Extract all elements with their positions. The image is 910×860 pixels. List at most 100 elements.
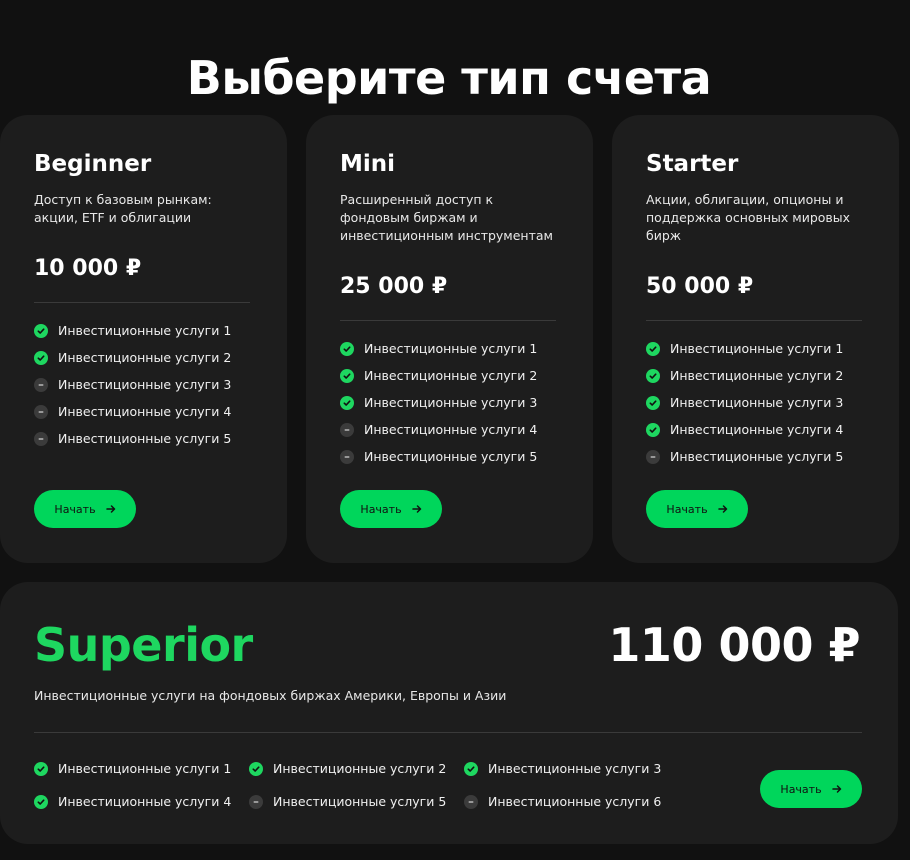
check-icon	[646, 422, 660, 437]
check-icon	[646, 395, 660, 410]
plan-card-mini: Mini Расширенный доступ к фондовым биржа…	[306, 115, 593, 563]
minus-icon	[340, 449, 354, 464]
check-icon	[646, 341, 660, 356]
feature-label: Инвестиционные услуги 2	[364, 368, 538, 383]
arrow-right-icon	[105, 505, 115, 513]
feature-item: Инвестиционные услуги 4	[646, 416, 843, 443]
feature-item: Инвестиционные услуги 5	[34, 425, 231, 452]
plan-price: 50 000 ₽	[646, 274, 754, 299]
minus-icon	[34, 431, 48, 446]
feature-item: Инвестиционные услуги 3	[646, 389, 843, 416]
check-icon	[340, 341, 354, 356]
feature-item: Инвестиционные услуги 6	[464, 785, 679, 818]
feature-item: Инвестиционные услуги 5	[646, 443, 843, 470]
feature-label: Инвестиционные услуги 4	[364, 422, 538, 437]
arrow-right-icon	[831, 785, 841, 793]
plan-card-starter: Starter Акции, облигации, опционы и подд…	[612, 115, 899, 563]
feature-item: Инвестиционные услуги 2	[249, 752, 464, 785]
feature-list: Инвестиционные услуги 1 Инвестиционные у…	[646, 335, 843, 470]
minus-icon	[34, 377, 48, 392]
arrow-right-icon	[717, 505, 727, 513]
minus-icon	[34, 404, 48, 419]
divider	[646, 320, 862, 321]
feature-label: Инвестиционные услуги 1	[364, 341, 538, 356]
feature-label: Инвестиционные услуги 5	[273, 794, 447, 809]
feature-item: Инвестиционные услуги 2	[646, 362, 843, 389]
start-button-label: Начать	[54, 502, 96, 516]
plan-name: Mini	[340, 151, 396, 177]
feature-item: Инвестиционные услуги 5	[249, 785, 464, 818]
minus-icon	[464, 794, 478, 809]
feature-list: Инвестиционные услуги 1 Инвестиционные у…	[34, 752, 679, 818]
feature-item: Инвестиционные услуги 5	[340, 443, 537, 470]
feature-label: Инвестиционные услуги 1	[58, 761, 232, 776]
feature-label: Инвестиционные услуги 1	[670, 341, 844, 356]
start-button-label: Начать	[780, 782, 822, 796]
feature-label: Инвестиционные услуги 3	[488, 761, 662, 776]
check-icon	[249, 761, 263, 776]
feature-label: Инвестиционные услуги 3	[364, 395, 538, 410]
feature-label: Инвестиционные услуги 1	[58, 323, 232, 338]
plan-name: Beginner	[34, 151, 152, 177]
divider	[34, 302, 250, 303]
feature-item: Инвестиционные услуги 1	[646, 335, 843, 362]
check-icon	[34, 350, 48, 365]
feature-label: Инвестиционные услуги 6	[488, 794, 662, 809]
feature-label: Инвестиционные услуги 5	[58, 431, 232, 446]
arrow-right-icon	[411, 505, 421, 513]
minus-icon	[646, 449, 660, 464]
feature-item: Инвестиционные услуги 2	[34, 344, 231, 371]
feature-item: Инвестиционные услуги 1	[340, 335, 537, 362]
plan-price: 25 000 ₽	[340, 274, 448, 299]
feature-item: Инвестиционные услуги 4	[34, 785, 249, 818]
feature-item: Инвестиционные услуги 2	[340, 362, 537, 389]
start-button-label: Начать	[360, 502, 402, 516]
start-button[interactable]: Начать	[340, 490, 442, 528]
plan-card-superior: Superior 110 000 ₽ Инвестиционные услуги…	[0, 582, 898, 844]
feature-label: Инвестиционные услуги 4	[58, 794, 232, 809]
plan-description: Инвестиционные услуги на фондовых биржах…	[34, 688, 507, 703]
check-icon	[34, 761, 48, 776]
plan-name: Superior	[34, 618, 253, 672]
plan-price: 110 000 ₽	[608, 618, 860, 672]
page-title: Выберите тип счета	[186, 50, 712, 105]
feature-label: Инвестиционные услуги 3	[58, 377, 232, 392]
feature-item: Инвестиционные услуги 1	[34, 752, 249, 785]
plan-description: Доступ к базовым рынкам: акции, ETF и об…	[34, 192, 212, 225]
feature-item: Инвестиционные услуги 1	[34, 317, 231, 344]
check-icon	[646, 368, 660, 383]
feature-item: Инвестиционные услуги 3	[34, 371, 231, 398]
start-button[interactable]: Начать	[760, 770, 862, 808]
divider	[340, 320, 556, 321]
plan-price: 10 000 ₽	[34, 256, 142, 281]
minus-icon	[340, 422, 354, 437]
feature-label: Инвестиционные услуги 5	[364, 449, 538, 464]
feature-list: Инвестиционные услуги 1 Инвестиционные у…	[340, 335, 537, 470]
feature-item: Инвестиционные услуги 3	[464, 752, 679, 785]
feature-label: Инвестиционные услуги 3	[670, 395, 844, 410]
feature-item: Инвестиционные услуги 4	[34, 398, 231, 425]
plan-description: Акции, облигации, опционы и поддержка ос…	[646, 192, 851, 243]
minus-icon	[249, 794, 263, 809]
feature-label: Инвестиционные услуги 2	[58, 350, 232, 365]
feature-item: Инвестиционные услуги 4	[340, 416, 537, 443]
check-icon	[34, 794, 48, 809]
plan-description: Расширенный доступ к фондовым биржам и и…	[340, 192, 553, 243]
feature-label: Инвестиционные услуги 4	[58, 404, 232, 419]
divider	[34, 732, 862, 733]
start-button-label: Начать	[666, 502, 708, 516]
check-icon	[34, 323, 48, 338]
feature-label: Инвестиционные услуги 5	[670, 449, 844, 464]
feature-list: Инвестиционные услуги 1 Инвестиционные у…	[34, 317, 231, 452]
plan-name: Starter	[646, 151, 739, 177]
feature-label: Инвестиционные услуги 2	[670, 368, 844, 383]
check-icon	[340, 395, 354, 410]
feature-item: Инвестиционные услуги 3	[340, 389, 537, 416]
start-button[interactable]: Начать	[646, 490, 748, 528]
feature-label: Инвестиционные услуги 4	[670, 422, 844, 437]
feature-label: Инвестиционные услуги 2	[273, 761, 447, 776]
plan-card-beginner: Beginner Доступ к базовым рынкам: акции,…	[0, 115, 287, 563]
check-icon	[340, 368, 354, 383]
start-button[interactable]: Начать	[34, 490, 136, 528]
check-icon	[464, 761, 478, 776]
